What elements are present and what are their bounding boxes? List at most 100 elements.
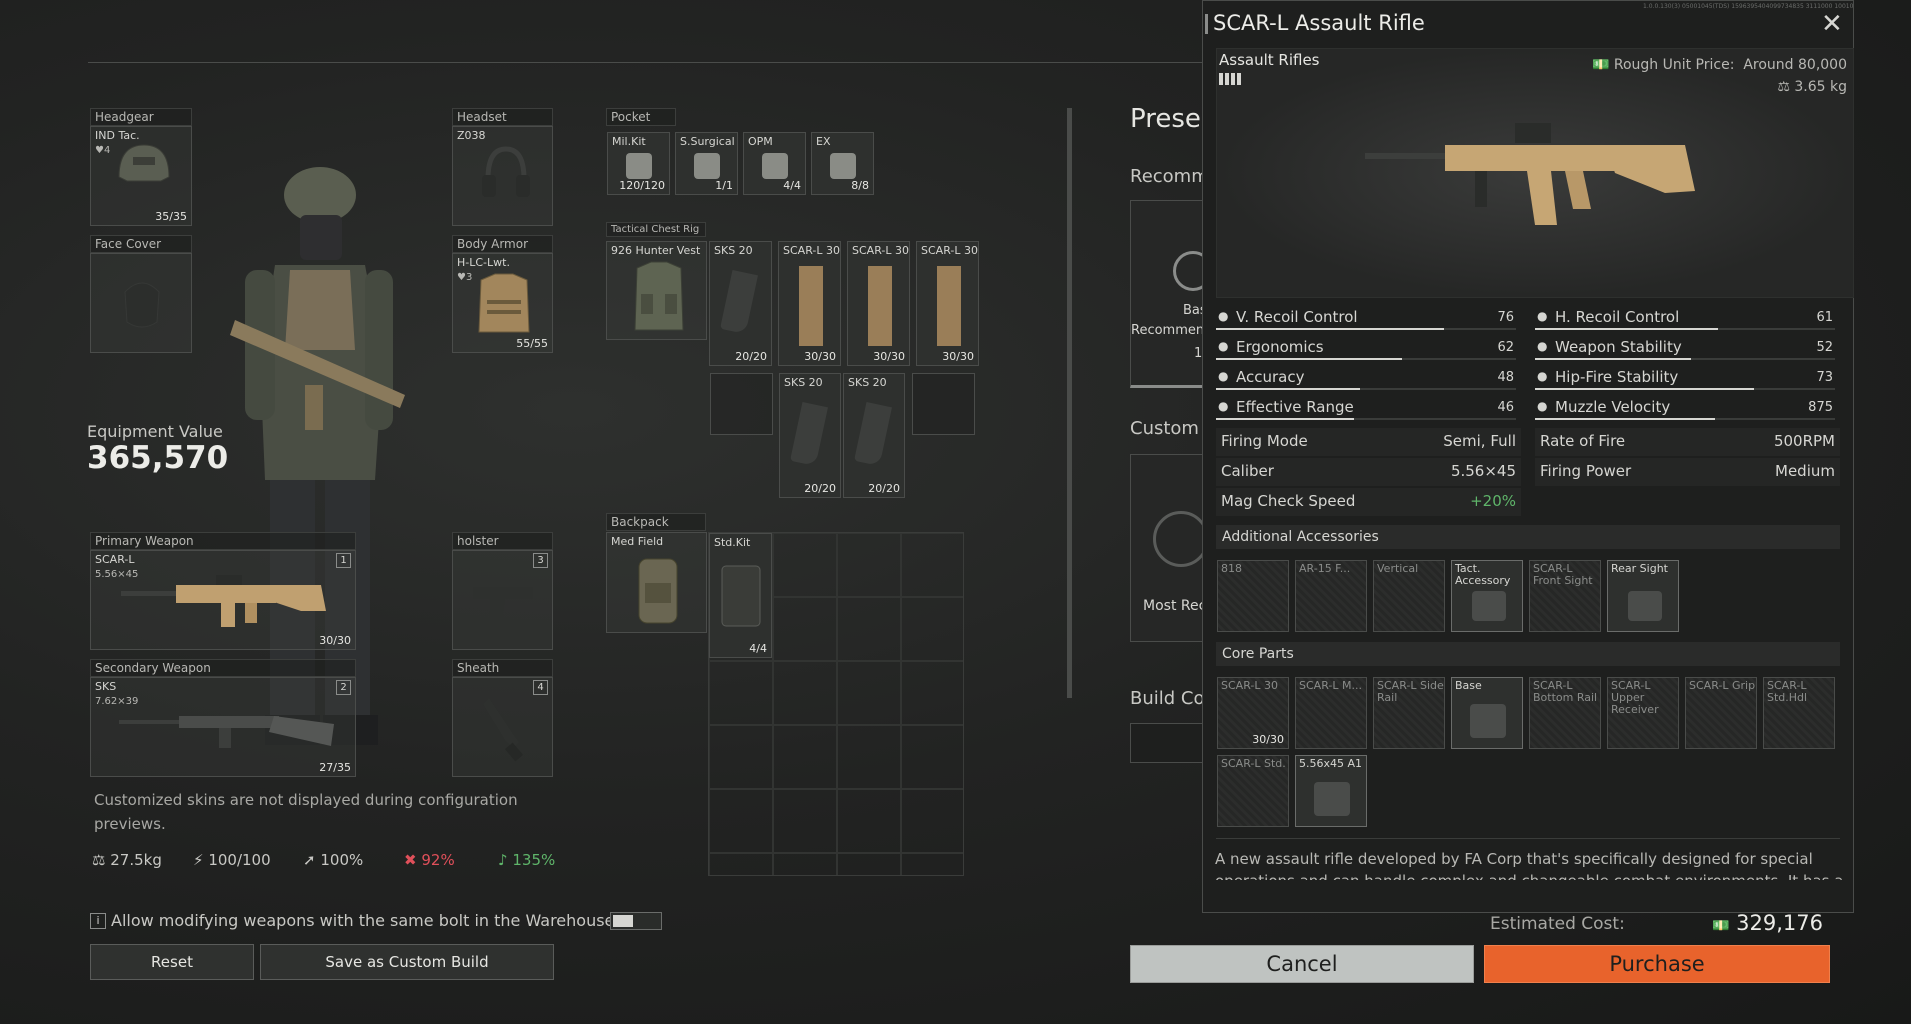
hipfire-icon: ● <box>1537 369 1548 383</box>
face-cover-slot[interactable] <box>90 253 192 353</box>
stat-value: 62 <box>1497 340 1514 355</box>
weight-row: ⚖ 3.65 kg <box>1777 79 1847 95</box>
pocket-item[interactable]: S.Surgical 1/1 <box>675 132 738 195</box>
pocket-item[interactable]: Mil.Kit 120/120 <box>607 132 670 195</box>
attribute-name: Rate of Fire <box>1540 432 1626 450</box>
secondary-weapon-slot[interactable]: SKS 7.62×39 2 27/35 <box>90 677 356 777</box>
holster-label: holster <box>452 532 553 550</box>
backpack-slot[interactable]: Med Field <box>606 532 707 633</box>
rig-magazine[interactable]: SKS 20 20/20 <box>843 373 905 498</box>
headset-label: Headset <box>452 108 553 126</box>
bolt-toggle-knob <box>613 915 633 927</box>
pocket-item[interactable]: OPM 4/4 <box>743 132 806 195</box>
accessory-name: SCAR-L Front Sight <box>1533 562 1593 587</box>
holster-slot-number: 3 <box>533 553 548 568</box>
primary-weapon-slot-number: 1 <box>336 553 351 568</box>
backpack-item-stdkit[interactable]: Std.Kit 4/4 <box>709 533 772 658</box>
rig-magazine[interactable]: SCAR-L 30 30/30 <box>847 241 910 366</box>
base-recommend-card[interactable]: Bas Recommen 1 <box>1130 200 1213 388</box>
accessory-slot[interactable]: Rear Sight <box>1607 560 1679 632</box>
price-row: 💵 Rough Unit Price: Around 80,000 <box>1591 57 1847 73</box>
stat-row: ● V. Recoil Control 76 <box>1216 306 1516 332</box>
core-part-name: Base <box>1455 679 1482 692</box>
stat-value: 46 <box>1497 400 1514 415</box>
scar-l-weapon-image <box>1365 123 1695 225</box>
rig-magazine[interactable]: SKS 20 20/20 <box>709 241 772 366</box>
core-part-slot[interactable]: SCAR-L Side Rail <box>1373 677 1445 749</box>
rig-empty-slot-1[interactable] <box>710 373 773 435</box>
core-part-slot[interactable]: SCAR-L M... <box>1295 677 1367 749</box>
stat-value: 48 <box>1497 370 1514 385</box>
core-part-slot[interactable]: 5.56x45 A1 <box>1295 755 1367 827</box>
rig-magazine[interactable]: SCAR-L 30 30/30 <box>916 241 979 366</box>
core-part-slot[interactable]: SCAR-L Bottom Rail <box>1529 677 1601 749</box>
holster-slot[interactable]: 3 <box>452 550 553 650</box>
attribute-name: Firing Power <box>1540 462 1632 480</box>
accessory-slot[interactable]: Tact. Accessory <box>1451 560 1523 632</box>
stat-name: H. Recoil Control <box>1555 308 1680 326</box>
part-icon <box>1314 782 1350 816</box>
save-custom-build-button[interactable]: Save as Custom Build <box>260 944 554 980</box>
stat-value: 73 <box>1816 370 1833 385</box>
core-part-slot[interactable]: SCAR-L 30 30/30 <box>1217 677 1289 749</box>
magazine-count: 30/30 <box>804 350 836 363</box>
attribute-name: Caliber <box>1221 462 1274 480</box>
pocket-item[interactable]: EX 8/8 <box>811 132 874 195</box>
sheath-slot[interactable]: 4 <box>452 677 553 777</box>
pocket-label: Pocket <box>606 108 676 126</box>
chest-rig-slot[interactable]: 926 Hunter Vest <box>606 241 707 340</box>
attribute-value: 5.56×45 <box>1450 462 1516 480</box>
most-recent-card[interactable]: Most Rec <box>1130 454 1210 642</box>
core-part-name: SCAR-L Bottom Rail <box>1533 679 1598 704</box>
range-icon: ● <box>1218 399 1229 413</box>
purchase-button[interactable]: Purchase <box>1484 945 1830 983</box>
core-part-slot[interactable]: SCAR-L Std.Hdl <box>1763 677 1835 749</box>
attachment-icon <box>1628 591 1662 621</box>
attribute-row: Mag Check Speed +20% <box>1216 488 1521 516</box>
primary-weapon-label: Primary Weapon <box>90 532 356 550</box>
velocity-icon: ● <box>1537 399 1548 413</box>
core-part-slot[interactable]: SCAR-L Grip <box>1685 677 1757 749</box>
accessory-slot[interactable]: Vertical <box>1373 560 1445 632</box>
weight-icon: ⚖ <box>92 851 106 869</box>
rig-empty-slot-2[interactable] <box>912 373 975 435</box>
reset-button[interactable]: Reset <box>90 944 254 980</box>
custom-title: Custom <box>1130 418 1199 439</box>
chest-rig-name: 926 Hunter Vest <box>611 244 701 257</box>
pocket-item-count: 120/120 <box>619 179 665 192</box>
stat-bar-fill <box>1216 328 1444 330</box>
bolt-toggle[interactable] <box>610 912 662 930</box>
body-armor-count: 55/55 <box>516 337 548 350</box>
magazine-count: 30/30 <box>873 350 905 363</box>
cancel-button[interactable]: Cancel <box>1130 945 1474 983</box>
pocket-item-name: S.Surgical <box>680 135 735 148</box>
rig-magazine[interactable]: SCAR-L 30 30/30 <box>778 241 841 366</box>
core-part-slot[interactable]: Base <box>1451 677 1523 749</box>
accessory-slot[interactable]: SCAR-L Front Sight <box>1529 560 1601 632</box>
stat-value: 875 <box>1808 400 1833 415</box>
rig-magazine[interactable]: SKS 20 20/20 <box>779 373 841 498</box>
core-part-slot[interactable]: SCAR-L Std. <box>1217 755 1289 827</box>
close-icon[interactable]: ✕ <box>1821 9 1843 39</box>
stat-value: 52 <box>1816 340 1833 355</box>
vest-icon <box>634 261 684 331</box>
core-part-slot[interactable]: SCAR-L Upper Receiver <box>1607 677 1679 749</box>
attribute-value: 500RPM <box>1773 432 1835 450</box>
body-armor-slot[interactable]: H-LC-Lwt. ♥3 55/55 <box>452 253 553 353</box>
headgear-count: 35/35 <box>155 210 187 223</box>
primary-weapon-slot[interactable]: SCAR-L 5.56×45 1 30/30 <box>90 550 356 650</box>
middle-scrollbar[interactable] <box>1067 108 1072 698</box>
sheath-slot-number: 4 <box>533 680 548 695</box>
build-code-input[interactable] <box>1130 723 1210 763</box>
build-code-title: Build Co <box>1130 688 1205 709</box>
accessory-slot[interactable]: 818 <box>1217 560 1289 632</box>
magazine-name: SKS 20 <box>784 376 823 389</box>
secondary-weapon-name: SKS <box>95 680 117 693</box>
core-part-name: 5.56x45 A1 <box>1299 757 1363 770</box>
headgear-slot[interactable]: IND Tac. ♥4 35/35 <box>90 126 192 226</box>
description-divider <box>1216 838 1840 839</box>
panel-title-marker <box>1205 14 1208 34</box>
headset-slot[interactable]: Z038 <box>452 126 553 226</box>
accessory-slot[interactable]: AR-15 F... <box>1295 560 1367 632</box>
stat-bar-fill <box>1535 418 1715 420</box>
